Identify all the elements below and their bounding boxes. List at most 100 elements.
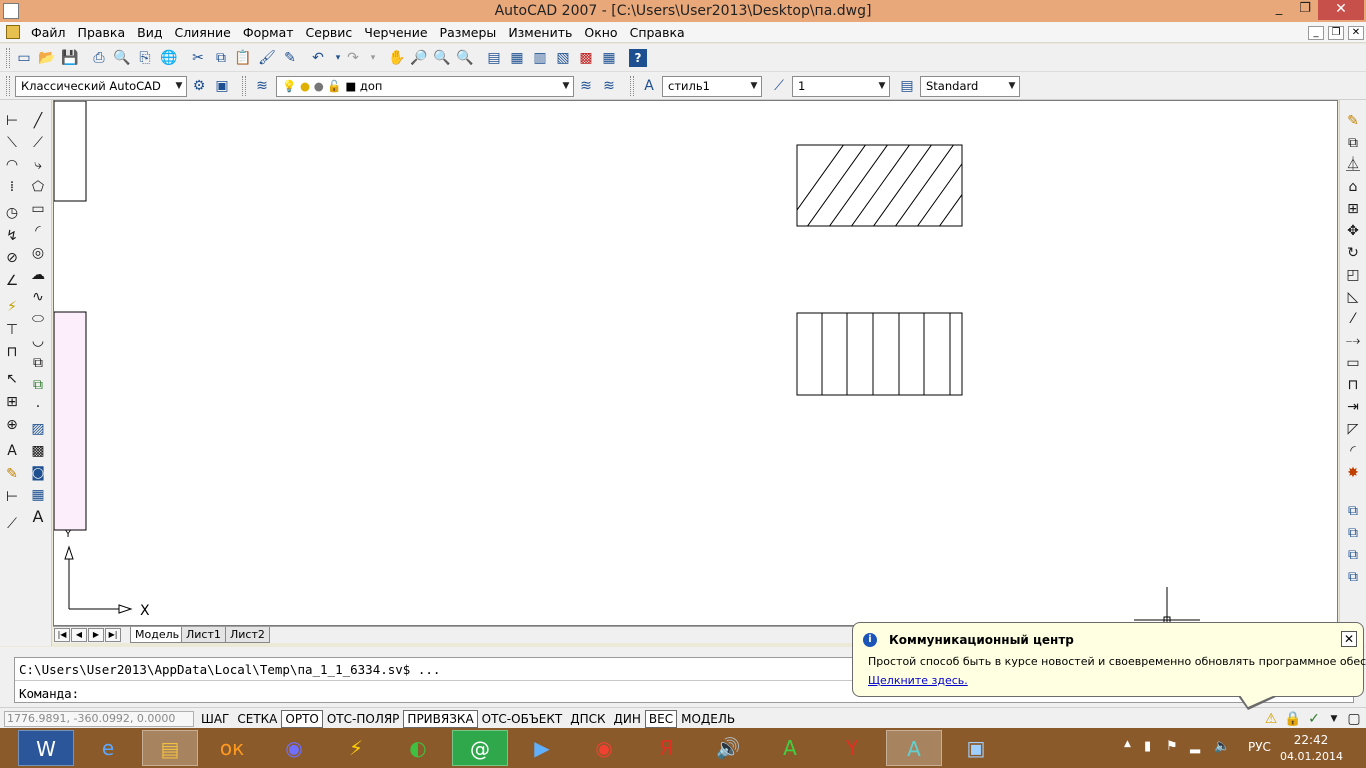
- send-to-back-icon[interactable]: ⧉: [1344, 524, 1362, 542]
- table-icon[interactable]: ▦: [29, 486, 47, 504]
- globe-app-icon[interactable]: ◉: [266, 730, 322, 766]
- line-icon[interactable]: ╱: [29, 112, 47, 130]
- dimension-edit-icon[interactable]: A: [3, 442, 21, 460]
- paste-icon[interactable]: 📋: [234, 49, 252, 67]
- signal-icon[interactable]: ▂: [1190, 739, 1200, 754]
- chamfer-icon[interactable]: ◸: [1344, 420, 1362, 438]
- autocad-taskbar-icon[interactable]: A: [886, 730, 942, 766]
- toolbar-grip[interactable]: [242, 76, 246, 96]
- menu-format[interactable]: Формат: [237, 25, 300, 40]
- mirror-icon[interactable]: ⏅: [1344, 156, 1362, 174]
- lwt-toggle[interactable]: ВЕС: [644, 710, 678, 728]
- multiline-text-icon[interactable]: A: [29, 508, 47, 526]
- menu-modify[interactable]: Изменить: [502, 25, 578, 40]
- internet-explorer-icon[interactable]: e: [80, 730, 136, 766]
- arc-icon[interactable]: ◜: [29, 222, 47, 240]
- drawing-area[interactable]: X Y: [53, 100, 1338, 626]
- next-tab-icon[interactable]: ▶: [88, 628, 104, 642]
- break-at-point-icon[interactable]: ▭: [1344, 354, 1362, 372]
- model-toggle[interactable]: МОДЕЛЬ: [677, 710, 739, 728]
- dimension-style-icon[interactable]: ⟋: [770, 77, 788, 95]
- menu-file[interactable]: Файл: [25, 25, 72, 40]
- dimension-text-edit-icon[interactable]: ✎: [3, 465, 21, 483]
- odnoklassniki-icon[interactable]: ок: [204, 730, 260, 766]
- jogged-dimension-icon[interactable]: ↯: [3, 227, 21, 245]
- tray-expand-icon[interactable]: ▲: [1124, 739, 1131, 749]
- scale-icon[interactable]: ◰: [1344, 266, 1362, 284]
- menu-dimension[interactable]: Размеры: [434, 25, 503, 40]
- tool-palettes-icon[interactable]: ▥: [531, 49, 549, 67]
- flag-icon[interactable]: ⚑: [1166, 739, 1178, 754]
- polygon-icon[interactable]: ⬠: [29, 178, 47, 196]
- doc-minimize-button[interactable]: _: [1308, 26, 1324, 40]
- chrome-icon[interactable]: ◉: [576, 730, 632, 766]
- offset-icon[interactable]: ⌂: [1344, 178, 1362, 196]
- clock-time[interactable]: 22:42: [1280, 733, 1342, 747]
- volume-icon[interactable]: 🔈: [1214, 739, 1230, 754]
- ortho-toggle[interactable]: ОРТО: [281, 710, 323, 728]
- break-icon[interactable]: ⊓: [1344, 376, 1362, 394]
- publish-web-icon[interactable]: 🌐: [160, 49, 178, 67]
- text-style-icon[interactable]: A: [640, 77, 658, 95]
- make-object-layer-current-icon[interactable]: ≋: [577, 77, 595, 95]
- polyline-icon[interactable]: ⤷: [29, 156, 47, 174]
- comm-center-icon[interactable]: ✓: [1305, 710, 1323, 728]
- baseline-dimension-icon[interactable]: ⊤: [3, 321, 21, 339]
- table-style-select[interactable]: Standard ▼: [920, 76, 1020, 97]
- ellipse-icon[interactable]: ⬭: [29, 310, 47, 328]
- toolbar-grip[interactable]: [6, 48, 10, 68]
- dimension-style-select[interactable]: 1 ▼: [792, 76, 890, 97]
- copy-object-icon[interactable]: ⧉: [1344, 134, 1362, 152]
- first-tab-icon[interactable]: |◀: [54, 628, 70, 642]
- zoom-previous-icon[interactable]: 🔍: [456, 49, 474, 67]
- layer-manager-icon[interactable]: ≋: [253, 77, 271, 95]
- cut-icon[interactable]: ✂: [189, 49, 207, 67]
- grid-toggle[interactable]: СЕТКА: [233, 710, 281, 728]
- toolbar-grip[interactable]: [630, 76, 634, 96]
- workspace-select[interactable]: Классический AutoCAD ▼: [15, 76, 187, 97]
- hatch-icon[interactable]: ▨: [29, 420, 47, 438]
- zoom-window-icon[interactable]: 🔍: [433, 49, 451, 67]
- zoom-realtime-icon[interactable]: 🔎: [410, 49, 428, 67]
- clock-date[interactable]: 04.01.2014: [1280, 750, 1343, 763]
- publish-icon[interactable]: ⎘: [136, 49, 154, 67]
- quick-leader-icon[interactable]: ↖: [3, 370, 21, 388]
- doc-close-button[interactable]: ✕: [1348, 26, 1364, 40]
- gradient-icon[interactable]: ▩: [29, 442, 47, 460]
- open-file-icon[interactable]: 📂: [38, 49, 56, 67]
- green-a-app-icon[interactable]: A: [762, 730, 818, 766]
- tolerance-icon[interactable]: ⊞: [3, 393, 21, 411]
- polar-toggle[interactable]: ОТС-ПОЛЯР: [323, 710, 404, 728]
- bring-to-front-icon[interactable]: ⧉: [1344, 502, 1362, 520]
- extend-icon[interactable]: ⤍: [1344, 332, 1362, 350]
- rotate-icon[interactable]: ↻: [1344, 244, 1362, 262]
- ducs-toggle[interactable]: ДПСК: [566, 710, 609, 728]
- video-player-icon[interactable]: ▶: [514, 730, 570, 766]
- hatched-rectangle[interactable]: [796, 144, 963, 227]
- region-icon[interactable]: ◙: [29, 464, 47, 482]
- clean-screen-icon[interactable]: ▢: [1345, 710, 1363, 728]
- print-icon[interactable]: ⎙: [90, 49, 108, 67]
- balloon-close-button[interactable]: ✕: [1341, 631, 1357, 647]
- stretch-icon[interactable]: ◺: [1344, 288, 1362, 306]
- layer-previous-icon[interactable]: ≋: [600, 77, 618, 95]
- calculator-icon[interactable]: ▦: [600, 49, 618, 67]
- mail-agent-icon[interactable]: @: [452, 730, 508, 766]
- coordinates-display[interactable]: 1776.9891, -360.0992, 0.0000: [4, 711, 194, 727]
- linear-dimension-icon[interactable]: ⊢: [3, 112, 21, 130]
- pink-filled-rectangle[interactable]: [53, 311, 87, 531]
- language-indicator[interactable]: РУС: [1248, 740, 1271, 754]
- fillet-icon[interactable]: ◜: [1344, 442, 1362, 460]
- command-prompt[interactable]: Команда:: [19, 686, 79, 701]
- dimension-update-icon[interactable]: ⊢: [3, 488, 21, 506]
- image-viewer-icon[interactable]: ▣: [948, 730, 1004, 766]
- word-app-icon[interactable]: W: [18, 730, 74, 766]
- quick-dimension-icon[interactable]: ⚡: [3, 298, 21, 316]
- properties-icon[interactable]: ▤: [485, 49, 503, 67]
- doc-restore-button[interactable]: ❐: [1328, 26, 1344, 40]
- erase-icon[interactable]: ✎: [1344, 112, 1362, 130]
- spline-icon[interactable]: ∿: [29, 288, 47, 306]
- explode-icon[interactable]: ✸: [1344, 464, 1362, 482]
- text-style-select[interactable]: стиль1 ▼: [662, 76, 762, 97]
- new-file-icon[interactable]: ▭: [15, 49, 33, 67]
